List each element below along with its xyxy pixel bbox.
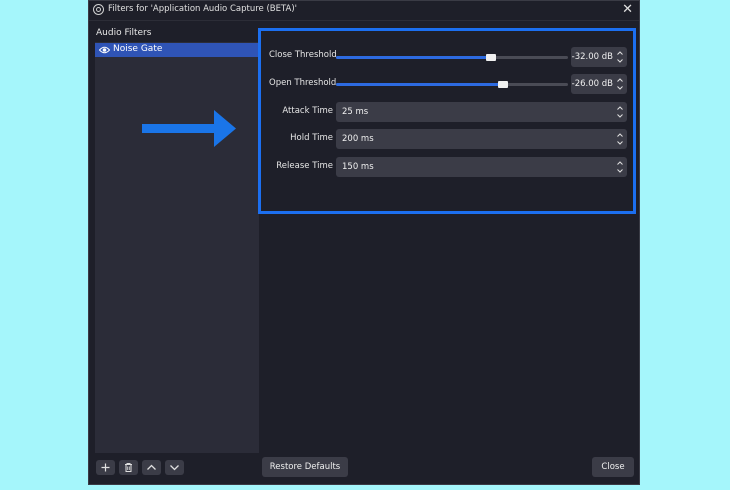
window-title: Filters for 'Application Audio Capture (… — [108, 4, 297, 14]
slider-handle[interactable] — [498, 81, 508, 88]
release-time-label: Release Time — [276, 161, 333, 171]
restore-defaults-button[interactable]: Restore Defaults — [262, 457, 348, 477]
close-icon[interactable]: ✕ — [622, 2, 633, 18]
title-bar: Filters for 'Application Audio Capture (… — [89, 1, 639, 21]
spin-arrows-icon[interactable] — [616, 76, 624, 92]
attack-time-input[interactable]: 25 ms — [336, 102, 627, 122]
spin-arrows-icon[interactable] — [616, 131, 624, 147]
open-threshold-slider[interactable] — [336, 81, 568, 88]
eye-icon[interactable] — [99, 46, 110, 54]
close-button[interactable]: Close — [592, 457, 634, 477]
move-down-button[interactable] — [165, 460, 184, 475]
filter-item-label: Noise Gate — [113, 44, 163, 54]
spin-arrows-icon[interactable] — [616, 104, 624, 120]
chevron-up-icon — [147, 464, 156, 470]
open-threshold-label: Open Threshold — [269, 78, 337, 88]
spin-arrows-icon[interactable] — [616, 159, 624, 175]
spin-arrows-icon[interactable] — [616, 49, 624, 65]
annotation-arrow-icon — [142, 110, 236, 147]
move-up-button[interactable] — [142, 460, 161, 475]
close-threshold-label: Close Threshold — [269, 50, 337, 60]
slider-fill — [336, 83, 503, 86]
add-filter-button[interactable] — [96, 460, 115, 475]
filter-item-noise-gate[interactable]: Noise Gate — [95, 43, 259, 57]
slider-fill — [336, 56, 491, 59]
close-threshold-input[interactable]: -32.00 dB — [571, 47, 627, 67]
obs-logo-icon — [93, 4, 104, 15]
hold-time-input[interactable]: 200 ms — [336, 129, 627, 149]
plus-icon — [101, 463, 110, 472]
filter-list: Noise Gate — [95, 42, 259, 453]
attack-time-label: Attack Time — [282, 106, 333, 116]
open-threshold-input[interactable]: -26.00 dB — [571, 74, 627, 94]
filters-panel: Audio Filters Noise Gate — [95, 23, 259, 453]
chevron-down-icon — [170, 465, 179, 471]
remove-filter-button[interactable] — [119, 460, 138, 475]
trash-icon — [125, 463, 132, 472]
audio-filters-label: Audio Filters — [96, 28, 152, 38]
close-threshold-slider[interactable] — [336, 54, 568, 61]
release-time-input[interactable]: 150 ms — [336, 157, 627, 177]
hold-time-label: Hold Time — [290, 133, 333, 143]
slider-handle[interactable] — [486, 54, 496, 61]
noise-gate-settings: Close Threshold -32.00 dB Open Threshold… — [258, 28, 636, 214]
